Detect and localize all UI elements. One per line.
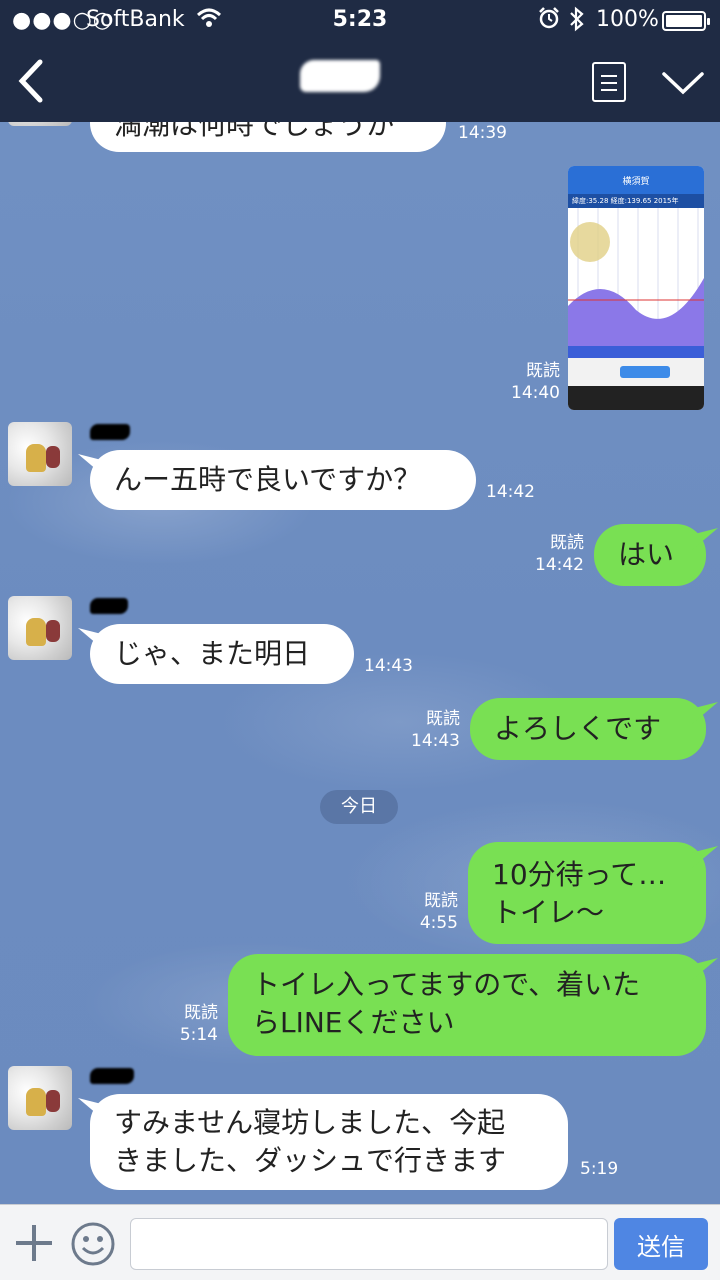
bluetooth-icon: [568, 6, 586, 38]
tide-graph-image: [568, 208, 704, 358]
read-receipt: 既読 14:40: [508, 360, 560, 404]
message-text-line: らLINEください: [252, 1006, 455, 1039]
read-receipt: 既読 4:55: [406, 890, 458, 934]
message-text: よろしくです: [494, 712, 662, 745]
read-label: 既読: [184, 1003, 218, 1023]
message-text: じゃ、また明日: [114, 637, 311, 670]
message-text-line: トイレ〜: [492, 896, 605, 929]
message-text: んー五時で良いですか？: [114, 463, 422, 496]
avatar[interactable]: [8, 1066, 72, 1130]
outgoing-message[interactable]: はい: [594, 524, 706, 586]
message-time: 4:55: [419, 913, 458, 933]
chat-title-redacted: [300, 60, 380, 92]
date-divider: 今日: [320, 790, 398, 824]
emoji-icon[interactable]: [70, 1221, 116, 1267]
thumbnail-tabbar: [568, 386, 704, 410]
sender-name-redacted: [90, 424, 130, 440]
chat-log[interactable]: 満潮は何時でしょうか 14:39 既読 14:40 横須賀 緯度:35.28 経…: [0, 122, 720, 1204]
avatar[interactable]: [8, 596, 72, 660]
alarm-icon: [538, 6, 560, 36]
sender-name-redacted: [90, 1068, 134, 1084]
message-time: 14:39: [458, 123, 507, 143]
message-text-line: 10分待って…: [492, 858, 667, 891]
read-label: 既読: [424, 891, 458, 911]
read-label: 既読: [426, 709, 460, 729]
back-arrow-icon[interactable]: [14, 58, 54, 104]
thumbnail-ad: [568, 358, 704, 386]
plus-icon[interactable]: [14, 1223, 54, 1263]
thumbnail-titlebar: 横須賀: [568, 166, 704, 194]
message-text: はい: [618, 538, 675, 571]
message-time: 14:40: [511, 383, 560, 403]
incoming-message[interactable]: すみません寝坊しました、今起 きました、ダッシュで行きます: [90, 1094, 568, 1190]
avatar[interactable]: [8, 122, 72, 126]
image-message[interactable]: 横須賀 緯度:35.28 経度:139.65 2015年: [568, 166, 704, 410]
outgoing-message[interactable]: よろしくです: [470, 698, 706, 760]
sender-name-redacted: [90, 598, 128, 614]
message-input[interactable]: [130, 1218, 608, 1270]
chat-header: [0, 40, 720, 122]
message-text: 満潮は何時でしょうか: [114, 122, 395, 141]
message-text-line: きました、ダッシュで行きます: [114, 1144, 507, 1177]
incoming-message[interactable]: じゃ、また明日: [90, 624, 354, 684]
battery-percent: 100%: [596, 7, 659, 32]
message-text-line: トイレ入ってますので、着いた: [252, 968, 641, 1001]
message-time: 14:42: [535, 555, 584, 575]
send-button[interactable]: 送信: [614, 1218, 708, 1270]
thumbnail-title: 横須賀: [622, 177, 650, 187]
message-time: 14:42: [486, 482, 535, 502]
message-input-bar: 送信: [0, 1204, 720, 1280]
status-bar: ●●●○○ SoftBank 5:23 100%: [0, 0, 720, 40]
read-label: 既読: [550, 533, 584, 553]
read-receipt: 既読 14:42: [532, 532, 584, 576]
read-label: 既読: [526, 361, 560, 381]
thumbnail-info: 緯度:35.28 経度:139.65 2015年: [568, 194, 704, 208]
message-time: 5:19: [580, 1159, 619, 1179]
message-time: 14:43: [411, 731, 460, 751]
message-time: 5:14: [179, 1025, 218, 1045]
message-text-line: すみません寝坊しました、今起: [114, 1106, 506, 1139]
battery-icon: [662, 11, 710, 31]
message-time: 14:43: [364, 656, 413, 676]
read-receipt: 既読 14:43: [408, 708, 460, 752]
incoming-message[interactable]: 満潮は何時でしょうか: [90, 122, 446, 152]
read-receipt: 既読 5:14: [166, 1002, 218, 1046]
notes-icon[interactable]: [592, 62, 626, 102]
outgoing-message[interactable]: トイレ入ってますので、着いた らLINEください: [228, 954, 706, 1056]
incoming-message[interactable]: んー五時で良いですか？: [90, 450, 476, 510]
avatar[interactable]: [8, 422, 72, 486]
chevron-down-icon[interactable]: [660, 68, 706, 98]
outgoing-message[interactable]: 10分待って… トイレ〜: [468, 842, 706, 944]
